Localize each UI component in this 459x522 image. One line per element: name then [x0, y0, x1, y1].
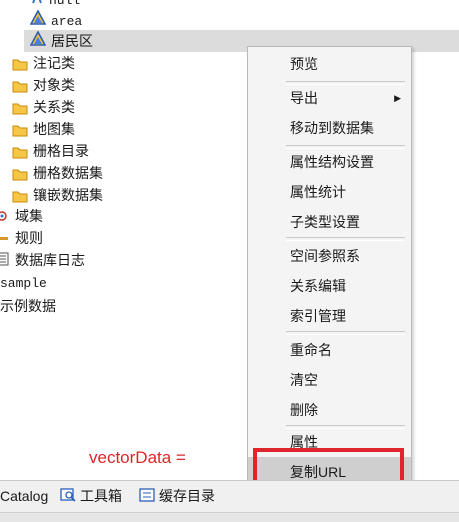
- folder-icon: [12, 80, 28, 93]
- folder-icon: [12, 58, 28, 71]
- tree-item-label: 示例数据: [0, 298, 56, 314]
- menu-item-relation-edit[interactable]: 关系编辑: [248, 271, 411, 301]
- menu-item-spatial-reference[interactable]: 空间参照系: [248, 241, 411, 271]
- cache-list-icon: [139, 482, 155, 512]
- menu-item-preview[interactable]: 预览: [248, 49, 411, 79]
- region-dataset-icon: [29, 30, 47, 53]
- toolbox-icon: [60, 482, 76, 512]
- tree-item-relation-class[interactable]: 关系类: [12, 96, 75, 118]
- tree-item-mosaic-dataset[interactable]: 镶嵌数据集: [12, 184, 103, 206]
- panel-tab-bar: Catalog 工具箱 缓存目录: [0, 480, 459, 513]
- tree-item-label: 注记类: [33, 55, 75, 71]
- tree-item-label: sample: [0, 276, 47, 291]
- menu-item-attribute-structure[interactable]: 属性结构设置: [248, 147, 411, 177]
- tab-cache-catalog[interactable]: 缓存目录: [139, 481, 215, 511]
- tree-item-label: 居民区: [51, 33, 93, 49]
- tab-toolbox[interactable]: 工具箱: [60, 481, 122, 511]
- tab-catalog[interactable]: Catalog: [0, 481, 48, 511]
- tree-item-db-log[interactable]: 数据库日志: [0, 249, 85, 271]
- menu-item-delete[interactable]: 删除: [248, 395, 411, 425]
- menu-item-index-manage[interactable]: 索引管理: [248, 301, 411, 331]
- tree-item-raster-catalog[interactable]: 栅格目录: [12, 140, 89, 162]
- folder-icon: [12, 124, 28, 137]
- code-annotation: vectorData =: [89, 448, 186, 467]
- tree-item-label: 栅格目录: [33, 143, 89, 159]
- rule-icon: [0, 228, 10, 250]
- tree-item-area[interactable]: area: [29, 9, 83, 32]
- region-dataset-icon: [29, 9, 47, 32]
- tree-item-label: 地图集: [33, 121, 75, 137]
- menu-item-subtype-settings[interactable]: 子类型设置: [248, 207, 411, 237]
- tree-item-label: 栅格数据集: [33, 165, 103, 181]
- folder-icon: [12, 102, 28, 115]
- tab-label: 缓存目录: [159, 488, 215, 504]
- menu-item-clear[interactable]: 清空: [248, 365, 411, 395]
- menu-item-move-to-dataset[interactable]: 移动到数据集: [248, 113, 411, 143]
- folder-icon: [12, 146, 28, 159]
- tree-item-map-set[interactable]: 地图集: [12, 118, 75, 140]
- tab-label: Catalog: [0, 488, 49, 504]
- tree-item-sample-data[interactable]: 示例数据: [0, 295, 56, 317]
- tree-item-annotation[interactable]: 注记类: [12, 52, 75, 74]
- tree-item-raster-dataset[interactable]: 栅格数据集: [12, 162, 103, 184]
- tree-item-object-class[interactable]: 对象类: [12, 74, 75, 96]
- tree-item-label: 数据库日志: [15, 252, 85, 268]
- menu-item-rename[interactable]: 重命名: [248, 335, 411, 365]
- tree-item-label: area: [51, 14, 83, 29]
- folder-icon: [12, 168, 28, 181]
- menu-item-export[interactable]: 导出 ▶: [248, 83, 411, 113]
- tree-item-label: 关系类: [33, 99, 75, 115]
- tree-item-sample[interactable]: sample: [0, 273, 47, 295]
- menu-item-attribute-stats[interactable]: 属性统计: [248, 177, 411, 207]
- tree-item-label: 镶嵌数据集: [33, 187, 103, 203]
- tree-item-label: 对象类: [33, 77, 75, 93]
- tree-item-domain-set[interactable]: 域集: [0, 205, 43, 227]
- tree-item-label: null: [49, 0, 81, 8]
- folder-icon: [12, 190, 28, 203]
- tab-label: 工具箱: [80, 488, 122, 504]
- domain-set-icon: [0, 206, 10, 228]
- tree-item-rules[interactable]: 规则: [0, 227, 43, 249]
- log-icon: [0, 250, 10, 272]
- submenu-arrow-icon: ▶: [394, 93, 401, 103]
- tree-item-label: 规则: [15, 230, 43, 246]
- tree-item-label: 域集: [15, 208, 43, 224]
